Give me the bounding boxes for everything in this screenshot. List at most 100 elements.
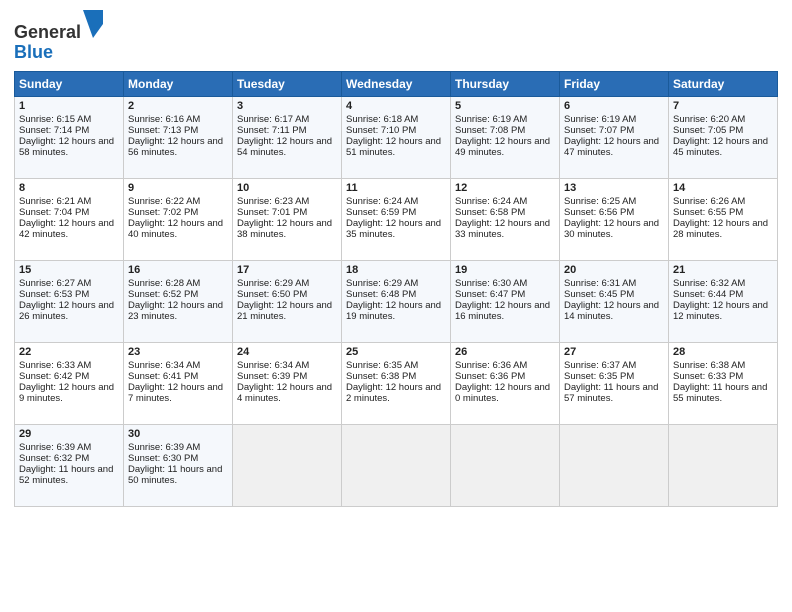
day-header: Friday <box>560 71 669 96</box>
day-info-line: Sunset: 6:42 PM <box>19 371 119 382</box>
day-info-line: Sunrise: 6:36 AM <box>455 360 555 371</box>
day-info-line: Sunrise: 6:37 AM <box>564 360 664 371</box>
calendar-cell: 29Sunrise: 6:39 AMSunset: 6:32 PMDayligh… <box>15 424 124 506</box>
day-info-line: Sunrise: 6:19 AM <box>564 114 664 125</box>
day-info-line: Sunrise: 6:25 AM <box>564 196 664 207</box>
day-info-line: Sunrise: 6:26 AM <box>673 196 773 207</box>
calendar-cell: 20Sunrise: 6:31 AMSunset: 6:45 PMDayligh… <box>560 260 669 342</box>
calendar-cell: 3Sunrise: 6:17 AMSunset: 7:11 PMDaylight… <box>233 96 342 178</box>
logo-blue: Blue <box>14 42 53 62</box>
day-info-line: Sunset: 6:53 PM <box>19 289 119 300</box>
calendar-cell <box>669 424 778 506</box>
calendar-cell: 15Sunrise: 6:27 AMSunset: 6:53 PMDayligh… <box>15 260 124 342</box>
calendar-cell: 19Sunrise: 6:30 AMSunset: 6:47 PMDayligh… <box>451 260 560 342</box>
calendar-cell: 1Sunrise: 6:15 AMSunset: 7:14 PMDaylight… <box>15 96 124 178</box>
day-info-line: Sunset: 6:44 PM <box>673 289 773 300</box>
day-info-line: Sunset: 6:39 PM <box>237 371 337 382</box>
day-info-line: Sunset: 7:02 PM <box>128 207 228 218</box>
day-info-line: Sunrise: 6:19 AM <box>455 114 555 125</box>
calendar-cell: 21Sunrise: 6:32 AMSunset: 6:44 PMDayligh… <box>669 260 778 342</box>
page-header: General Blue <box>14 10 778 63</box>
calendar-cell: 9Sunrise: 6:22 AMSunset: 7:02 PMDaylight… <box>124 178 233 260</box>
logo-icon <box>83 10 103 38</box>
day-number: 16 <box>128 264 228 276</box>
day-info-line: Sunset: 6:59 PM <box>346 207 446 218</box>
day-info-line: Daylight: 12 hours and 33 minutes. <box>455 218 555 240</box>
day-info-line: Sunrise: 6:28 AM <box>128 278 228 289</box>
calendar-cell: 6Sunrise: 6:19 AMSunset: 7:07 PMDaylight… <box>560 96 669 178</box>
day-number: 25 <box>346 346 446 358</box>
day-number: 20 <box>564 264 664 276</box>
day-info-line: Sunrise: 6:34 AM <box>237 360 337 371</box>
calendar-header-row: SundayMondayTuesdayWednesdayThursdayFrid… <box>15 71 778 96</box>
day-number: 30 <box>128 428 228 440</box>
day-number: 1 <box>19 100 119 112</box>
day-info-line: Daylight: 12 hours and 42 minutes. <box>19 218 119 240</box>
day-info-line: Daylight: 12 hours and 7 minutes. <box>128 382 228 404</box>
day-info-line: Daylight: 12 hours and 38 minutes. <box>237 218 337 240</box>
day-info-line: Sunset: 6:48 PM <box>346 289 446 300</box>
day-number: 22 <box>19 346 119 358</box>
day-header: Tuesday <box>233 71 342 96</box>
calendar-cell: 17Sunrise: 6:29 AMSunset: 6:50 PMDayligh… <box>233 260 342 342</box>
day-info-line: Sunrise: 6:20 AM <box>673 114 773 125</box>
day-info-line: Sunset: 7:07 PM <box>564 125 664 136</box>
day-info-line: Sunrise: 6:35 AM <box>346 360 446 371</box>
calendar-cell: 22 Sunrise: 6:33 AMSunset: 6:42 PMDayligh… <box>15 342 124 424</box>
logo-general: General <box>14 22 81 42</box>
day-info-line: Daylight: 12 hours and 0 minutes. <box>455 382 555 404</box>
calendar-cell: 27Sunrise: 6:37 AMSunset: 6:35 PMDayligh… <box>560 342 669 424</box>
day-info-line: Sunset: 6:50 PM <box>237 289 337 300</box>
calendar-cell: 24Sunrise: 6:34 AMSunset: 6:39 PMDayligh… <box>233 342 342 424</box>
calendar-cell: 7 Sunrise: 6:20 AMSunset: 7:05 PMDaylight… <box>669 96 778 178</box>
calendar-week-row: 8Sunrise: 6:21 AMSunset: 7:04 PMDaylight… <box>15 178 778 260</box>
day-info-line: Sunset: 6:55 PM <box>673 207 773 218</box>
calendar-cell: 13Sunrise: 6:25 AMSunset: 6:56 PMDayligh… <box>560 178 669 260</box>
day-info-line: Sunset: 7:04 PM <box>19 207 119 218</box>
day-info-line: Sunset: 6:58 PM <box>455 207 555 218</box>
day-info-line: Sunrise: 6:22 AM <box>128 196 228 207</box>
day-info-line: Sunset: 6:47 PM <box>455 289 555 300</box>
day-info-line: Sunset: 6:30 PM <box>128 453 228 464</box>
day-info-line: Sunset: 6:38 PM <box>346 371 446 382</box>
day-number: 4 <box>346 100 446 112</box>
day-number: 27 <box>564 346 664 358</box>
day-info-line: Sunrise: 6:34 AM <box>128 360 228 371</box>
day-info-line: Sunrise: 6:38 AM <box>673 360 773 371</box>
day-info-line: Daylight: 12 hours and 35 minutes. <box>346 218 446 240</box>
day-info-line: Sunrise: 6:17 AM <box>237 114 337 125</box>
day-info-line: Sunrise: 6:16 AM <box>128 114 228 125</box>
day-info-line: Sunset: 6:41 PM <box>128 371 228 382</box>
calendar-cell: 30Sunrise: 6:39 AMSunset: 6:30 PMDayligh… <box>124 424 233 506</box>
day-number: 10 <box>237 182 337 194</box>
day-number: 26 <box>455 346 555 358</box>
day-number: 23 <box>128 346 228 358</box>
day-info-line: Sunrise: 6:32 AM <box>673 278 773 289</box>
day-info-line: Daylight: 12 hours and 45 minutes. <box>673 136 773 158</box>
calendar-cell: 11Sunrise: 6:24 AMSunset: 6:59 PMDayligh… <box>342 178 451 260</box>
day-info-line: Sunrise: 6:15 AM <box>19 114 119 125</box>
day-info-line: Sunset: 7:05 PM <box>673 125 773 136</box>
day-header: Wednesday <box>342 71 451 96</box>
day-info-line: Sunrise: 6:31 AM <box>564 278 664 289</box>
day-number: 8 <box>19 182 119 194</box>
day-info-line: Sunrise: 6:24 AM <box>346 196 446 207</box>
day-info-line: Sunrise: 6:39 AM <box>128 442 228 453</box>
day-number: 7 <box>673 100 773 112</box>
day-info-line: Daylight: 12 hours and 12 minutes. <box>673 300 773 322</box>
day-info-line: Sunrise: 6:24 AM <box>455 196 555 207</box>
day-info-line: Daylight: 12 hours and 9 minutes. <box>19 382 119 404</box>
calendar-cell: 25Sunrise: 6:35 AMSunset: 6:38 PMDayligh… <box>342 342 451 424</box>
day-number: 18 <box>346 264 446 276</box>
day-info-line: Sunset: 7:01 PM <box>237 207 337 218</box>
calendar-cell: 23 Sunrise: 6:34 AMSunset: 6:41 PMDayligh… <box>124 342 233 424</box>
day-number: 13 <box>564 182 664 194</box>
day-info-line: Sunrise: 6:33 AM <box>19 360 119 371</box>
day-number: 29 <box>19 428 119 440</box>
day-header: Monday <box>124 71 233 96</box>
day-info-line: Sunrise: 6:39 AM <box>19 442 119 453</box>
day-info-line: Daylight: 12 hours and 54 minutes. <box>237 136 337 158</box>
calendar-cell: 10Sunrise: 6:23 AMSunset: 7:01 PMDayligh… <box>233 178 342 260</box>
day-info-line: Sunrise: 6:18 AM <box>346 114 446 125</box>
calendar-cell <box>233 424 342 506</box>
